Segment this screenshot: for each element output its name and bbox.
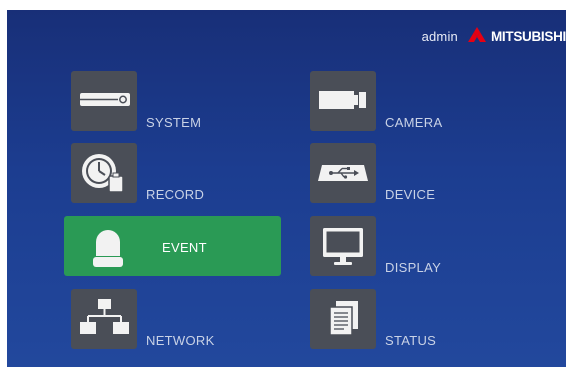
menu-item-event[interactable]: EVENT bbox=[64, 216, 281, 276]
user-name: admin bbox=[421, 28, 458, 44]
dvr-unit-icon bbox=[80, 93, 130, 106]
menu-label-event: EVENT bbox=[162, 240, 207, 255]
menu-label-camera: CAMERA bbox=[385, 115, 443, 130]
menu-label-device: DEVICE bbox=[385, 187, 436, 202]
header-bar: admin MITSUBISHI bbox=[422, 26, 566, 46]
menu-label-record: RECORD bbox=[146, 187, 205, 202]
camera-icon bbox=[319, 91, 366, 109]
menu-item-status[interactable]: STATUS bbox=[310, 289, 470, 355]
clock-record-icon bbox=[82, 154, 124, 193]
menu-label-display: DISPLAY bbox=[385, 260, 442, 275]
menu-item-network[interactable]: NETWORK bbox=[71, 289, 231, 355]
menu-item-device[interactable]: DEVICE bbox=[310, 143, 470, 209]
system-tile[interactable] bbox=[71, 71, 137, 131]
usb-device-icon bbox=[318, 165, 368, 181]
network-tree-icon bbox=[80, 299, 129, 334]
network-tile[interactable] bbox=[71, 289, 137, 349]
device-tile[interactable] bbox=[310, 143, 376, 203]
display-tile[interactable] bbox=[310, 216, 376, 276]
document-status-icon bbox=[329, 301, 358, 336]
menu-label-status: STATUS bbox=[385, 333, 437, 348]
menu-item-display[interactable]: DISPLAY bbox=[310, 216, 470, 282]
record-tile[interactable] bbox=[71, 143, 137, 203]
mitsubishi-diamonds-icon bbox=[467, 27, 486, 42]
brand-name: MITSUBISHI bbox=[490, 28, 566, 44]
menu-item-camera[interactable]: CAMERA bbox=[310, 71, 470, 137]
menu-label-system: SYSTEM bbox=[146, 115, 202, 130]
menu-item-record[interactable]: RECORD bbox=[71, 143, 231, 209]
camera-tile[interactable] bbox=[310, 71, 376, 131]
brand-logo: MITSUBISHI bbox=[466, 27, 566, 45]
main-menu-screen: admin MITSUBISHI SYSTEM CAMERA RECORD DE… bbox=[7, 10, 566, 367]
menu-item-system[interactable]: SYSTEM bbox=[71, 71, 231, 137]
alarm-light-icon bbox=[93, 230, 123, 267]
status-tile[interactable] bbox=[310, 289, 376, 349]
menu-label-network: NETWORK bbox=[146, 333, 215, 348]
monitor-icon bbox=[323, 228, 363, 265]
